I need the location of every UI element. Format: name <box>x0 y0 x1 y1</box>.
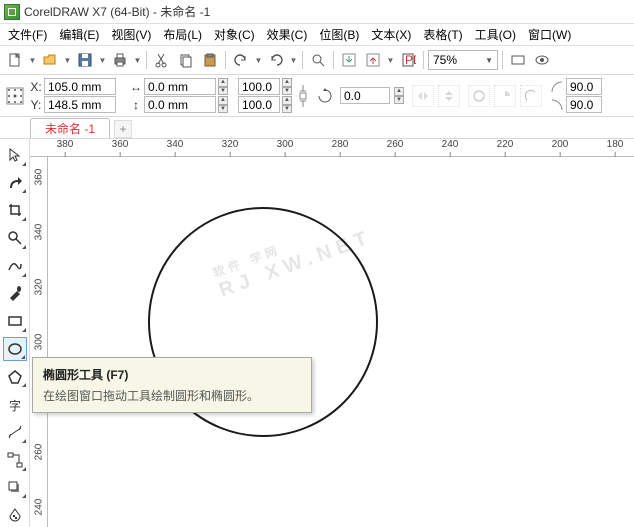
rotation-icon <box>314 85 336 107</box>
width-spinner[interactable]: ▲▼ <box>218 78 228 95</box>
copy-button[interactable] <box>175 49 197 71</box>
title-bar: CorelDRAW X7 (64-Bit) - 未命名 -1 <box>0 0 634 24</box>
ellipse-tool-tooltip: 椭圆形工具 (F7) 在绘图窗口拖动工具绘制圆形和椭圆形。 <box>32 357 312 413</box>
import-button[interactable] <box>338 49 360 71</box>
new-tab-button[interactable]: + <box>114 120 132 138</box>
mirror-v-button[interactable] <box>438 85 460 107</box>
fullscreen-button[interactable] <box>507 49 529 71</box>
y-position-input[interactable]: 148.5 mm <box>44 96 116 113</box>
open-dropdown[interactable]: ▼ <box>63 49 72 71</box>
connector-tool[interactable] <box>3 448 27 472</box>
height-input[interactable]: 0.0 mm <box>144 96 216 113</box>
menu-table[interactable]: 表格(T) <box>417 24 468 45</box>
freehand-tool[interactable] <box>3 254 27 278</box>
rectangle-tool[interactable] <box>3 309 27 333</box>
scale-y-input[interactable]: 100.0 <box>238 96 280 113</box>
zoom-value: 75% <box>433 53 457 67</box>
menu-layout[interactable]: 布局(L) <box>157 24 208 45</box>
mirror-h-button[interactable] <box>412 85 434 107</box>
width-label: ↔ <box>130 80 142 94</box>
ellipse-mode-button[interactable] <box>468 85 490 107</box>
publish-pdf-button[interactable]: PDF <box>397 49 419 71</box>
crop-tool[interactable] <box>3 198 27 222</box>
drop-shadow-tool[interactable] <box>3 476 27 500</box>
paste-button[interactable] <box>199 49 221 71</box>
pick-tool[interactable] <box>3 143 27 167</box>
menu-effects[interactable]: 效果(C) <box>261 24 314 45</box>
height-spinner[interactable]: ▲▼ <box>218 96 228 113</box>
window-title: CorelDRAW X7 (64-Bit) - 未命名 -1 <box>24 3 210 20</box>
redo-button[interactable] <box>265 49 287 71</box>
menu-tools[interactable]: 工具(O) <box>469 24 522 45</box>
save-dropdown[interactable]: ▼ <box>98 49 107 71</box>
shape-tool[interactable] <box>3 171 27 195</box>
end-angle-input[interactable]: 90.0 <box>566 96 602 113</box>
artistic-media-tool[interactable] <box>3 282 27 306</box>
x-label: X: <box>30 80 42 94</box>
ellipse-tool[interactable] <box>3 337 27 361</box>
pie-mode-button[interactable] <box>494 85 516 107</box>
polygon-tool[interactable] <box>3 365 27 389</box>
lock-ratio-button[interactable] <box>296 79 310 113</box>
menu-bitmap[interactable]: 位图(B) <box>313 24 365 45</box>
x-position-input[interactable]: 105.0 mm <box>44 78 116 95</box>
standard-toolbar: ▼ ▼ ▼ ▼ ▼ ▼ ▼ PDF 75% ▼ <box>0 46 634 75</box>
parallel-dim-tool[interactable] <box>3 420 27 444</box>
object-origin-icon[interactable] <box>4 85 26 107</box>
undo-button[interactable] <box>230 49 252 71</box>
zoom-tool[interactable] <box>3 226 27 250</box>
arc-mode-button[interactable] <box>520 85 542 107</box>
tooltip-title: 椭圆形工具 (F7) <box>43 366 301 383</box>
scale-x-input[interactable]: 100.0 <box>238 78 280 95</box>
transparency-tool[interactable] <box>3 503 27 527</box>
export-dropdown[interactable]: ▼ <box>386 49 395 71</box>
rotation-input[interactable]: 0.0 <box>340 87 390 104</box>
doc-tab-active[interactable]: 未命名 -1 <box>30 118 110 138</box>
end-angle-icon <box>550 98 564 112</box>
text-tool[interactable]: 字 <box>3 392 27 416</box>
tooltip-description: 在绘图窗口拖动工具绘制圆形和椭圆形。 <box>43 387 301 404</box>
redo-dropdown[interactable]: ▼ <box>289 49 298 71</box>
horizontal-ruler[interactable]: 380 360 340 320 300 280 260 240 220 200 … <box>30 139 634 157</box>
height-label: ↕ <box>130 98 142 112</box>
app-icon <box>4 4 20 20</box>
rotation-spinner[interactable]: ▲▼ <box>394 87 404 104</box>
drawing-canvas[interactable]: 软件 学网 RJ XW.NET <box>48 157 634 527</box>
print-button[interactable] <box>109 49 131 71</box>
menu-window[interactable]: 窗口(W) <box>522 24 577 45</box>
start-angle-input[interactable]: 90.0 <box>566 78 602 95</box>
print-dropdown[interactable]: ▼ <box>133 49 142 71</box>
menu-bar: 文件(F) 编辑(E) 视图(V) 布局(L) 对象(C) 效果(C) 位图(B… <box>0 24 634 46</box>
start-angle-icon <box>550 80 564 94</box>
document-tabs: 未命名 -1 + <box>0 117 634 139</box>
menu-view[interactable]: 视图(V) <box>105 24 157 45</box>
preview-button[interactable] <box>531 49 553 71</box>
save-button[interactable] <box>74 49 96 71</box>
zoom-level[interactable]: 75% ▼ <box>428 50 498 70</box>
vertical-ruler[interactable]: 360 340 320 300 280 260 240 <box>30 157 48 527</box>
search-button[interactable] <box>307 49 329 71</box>
cut-button[interactable] <box>151 49 173 71</box>
svg-text:PDF: PDF <box>405 53 416 67</box>
scale-y-spinner[interactable]: ▲▼ <box>282 96 292 113</box>
chevron-down-icon: ▼ <box>485 56 493 65</box>
width-input[interactable]: 0.0 mm <box>144 78 216 95</box>
work-area: 字 380 360 340 320 300 280 260 240 220 20… <box>0 139 634 527</box>
menu-edit[interactable]: 编辑(E) <box>53 24 105 45</box>
toolbox: 字 <box>0 139 30 527</box>
export-button[interactable] <box>362 49 384 71</box>
y-label: Y: <box>30 98 42 112</box>
menu-file[interactable]: 文件(F) <box>2 24 53 45</box>
undo-dropdown[interactable]: ▼ <box>254 49 263 71</box>
property-bar: X: 105.0 mm Y: 148.5 mm ↔ 0.0 mm ▲▼ ↕ 0.… <box>0 75 634 117</box>
new-dropdown[interactable]: ▼ <box>28 49 37 71</box>
open-button[interactable] <box>39 49 61 71</box>
menu-object[interactable]: 对象(C) <box>208 24 261 45</box>
new-button[interactable] <box>4 49 26 71</box>
svg-text:字: 字 <box>9 398 21 412</box>
scale-x-spinner[interactable]: ▲▼ <box>282 78 292 95</box>
menu-text[interactable]: 文本(X) <box>365 24 417 45</box>
